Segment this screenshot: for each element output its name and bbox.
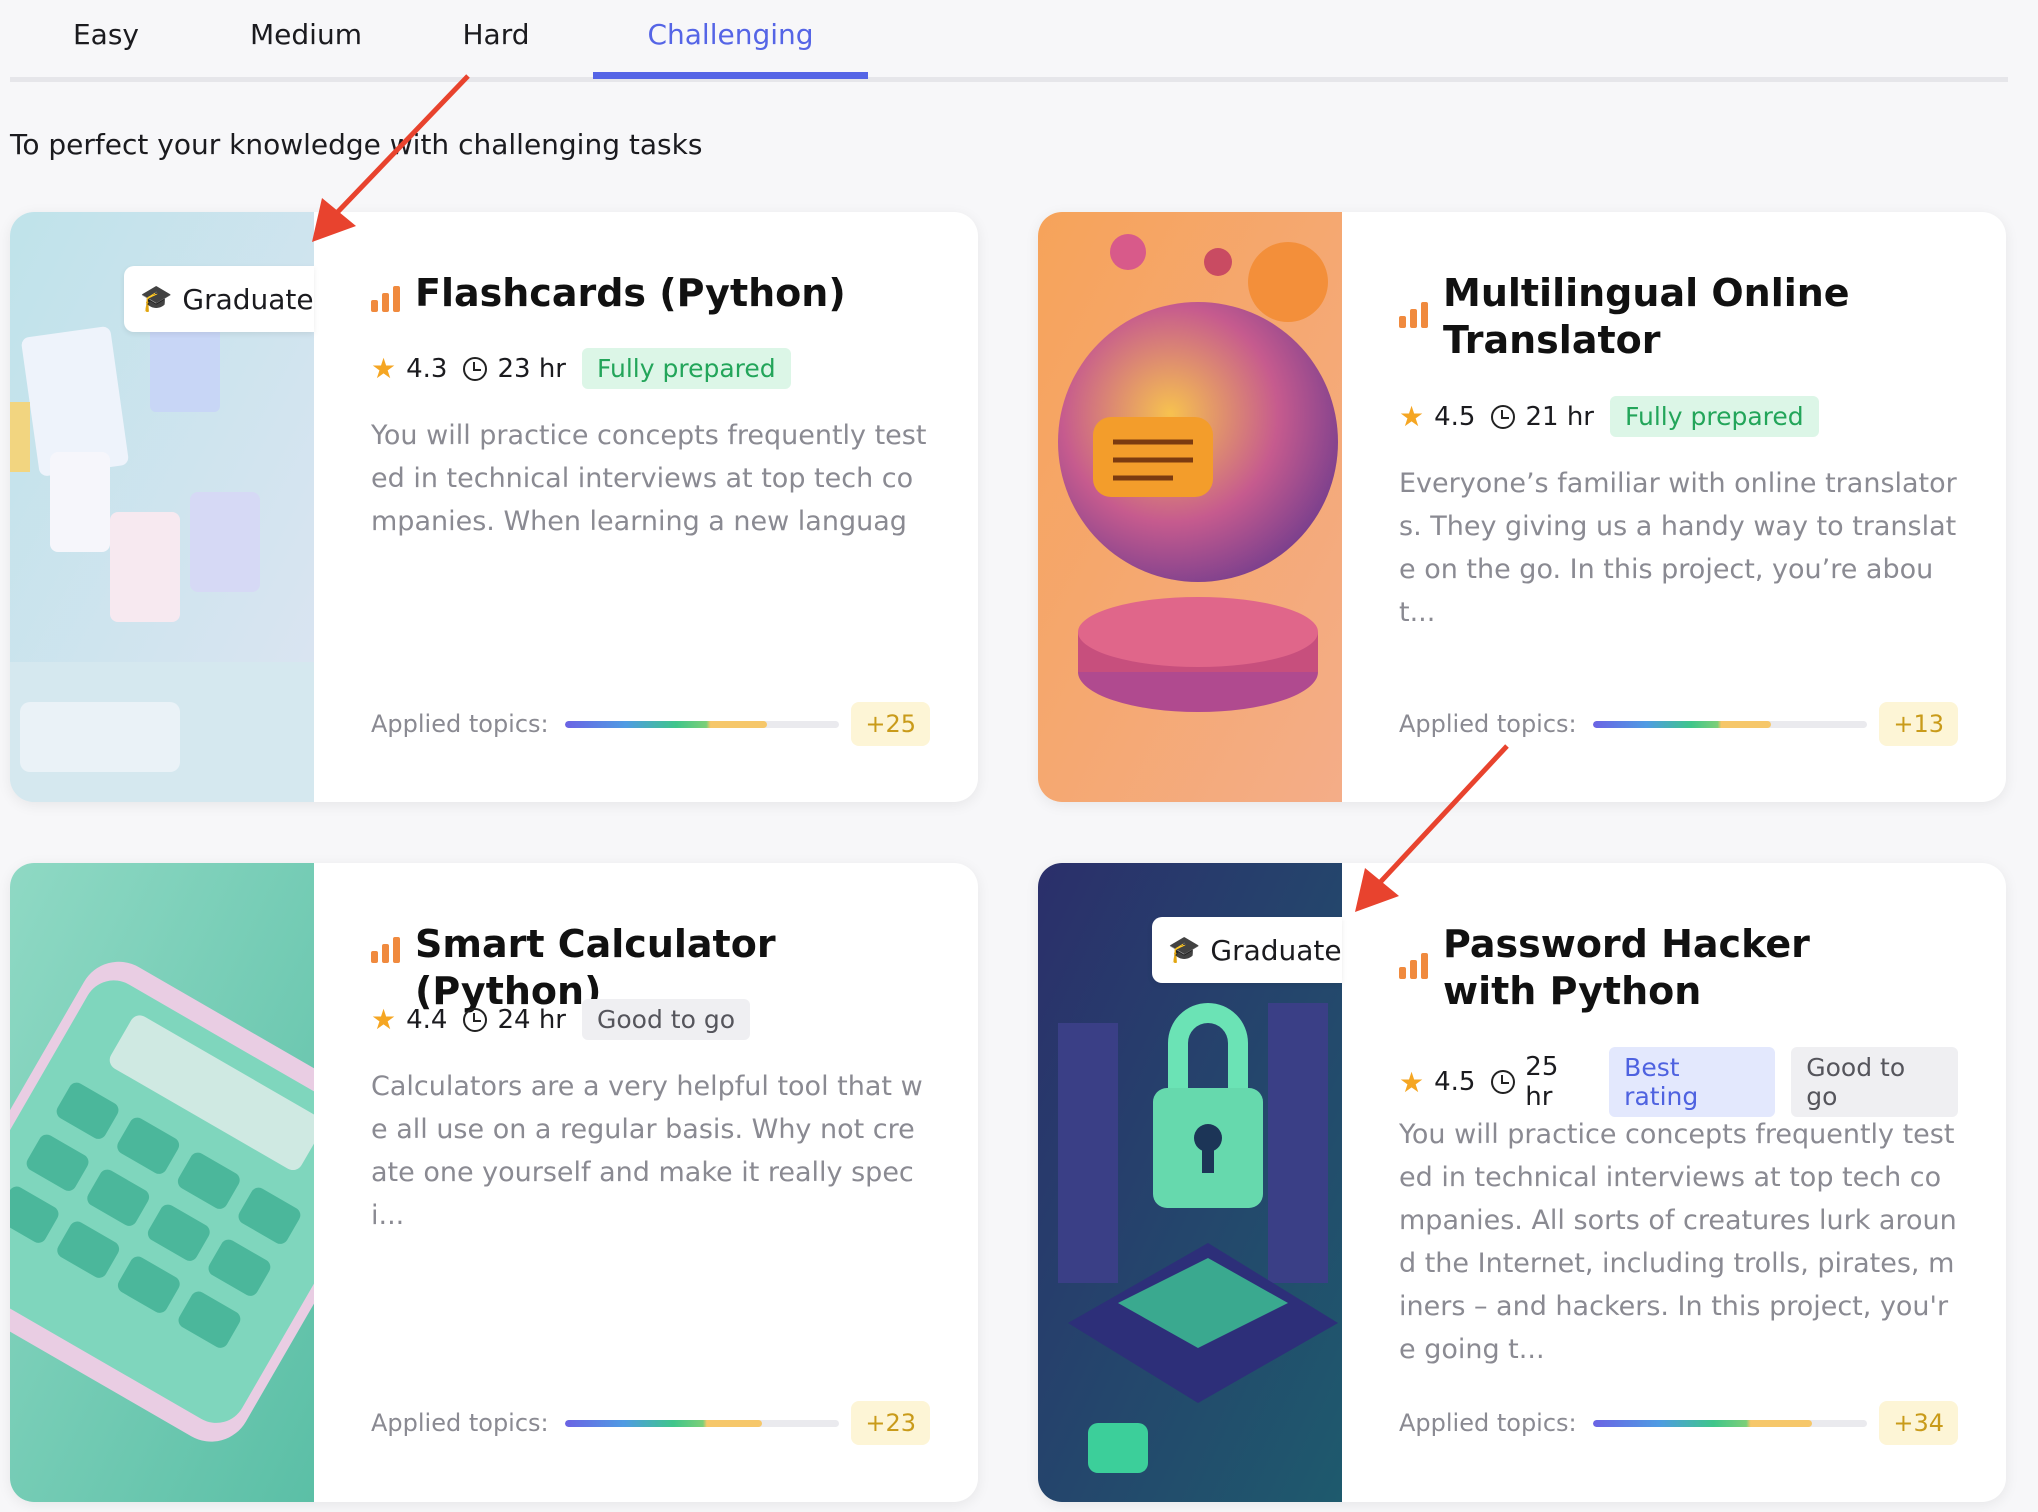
project-description: Calculators are a very helpful tool that… <box>371 1071 923 1231</box>
project-card-translator[interactable]: Multilingual Online Translator ★ 4.5 21 … <box>1038 212 2006 802</box>
rating-value: 4.5 <box>1434 401 1476 432</box>
graduation-cap-icon: 🎓 <box>140 284 173 314</box>
applied-topics-bar <box>1592 720 1867 728</box>
star-icon: ★ <box>371 352 397 385</box>
project-description: Everyone’s familiar with online translat… <box>1399 468 1957 628</box>
duration-value: 23 hr <box>497 353 566 384</box>
star-icon: ★ <box>1399 400 1425 433</box>
tab-challenging[interactable]: Challenging <box>593 18 868 78</box>
applied-topics-bar <box>564 1419 839 1427</box>
difficulty-bars-icon <box>371 935 401 963</box>
rating-value: 4.4 <box>406 1004 448 1035</box>
applied-topics-more[interactable]: +23 <box>851 1401 930 1445</box>
status-chip: Good to go <box>582 999 750 1040</box>
applied-topics-bar <box>1592 1419 1867 1427</box>
status-chip: Fully prepared <box>582 348 791 389</box>
rating-value: 4.3 <box>406 353 448 384</box>
difficulty-bars-icon <box>1399 951 1429 979</box>
applied-topics-more[interactable]: +13 <box>1879 702 1958 746</box>
applied-topics-label: Applied topics: <box>1399 710 1577 738</box>
project-card-password-hacker[interactable]: 🎓 Graduate Password Hacker with Python ★… <box>1038 863 2006 1502</box>
rating-value: 4.5 <box>1434 1067 1476 1097</box>
active-tab-indicator <box>593 72 868 79</box>
star-icon: ★ <box>1399 1065 1425 1099</box>
clock-icon <box>463 1007 488 1032</box>
graduate-badge: 🎓 Graduate <box>1152 917 1342 983</box>
applied-topics-label: Applied topics: <box>371 1409 549 1437</box>
applied-topics-more[interactable]: +25 <box>851 702 930 746</box>
tab-hard[interactable]: Hard <box>456 18 536 78</box>
project-illustration <box>1038 212 1342 802</box>
project-card-flashcards[interactable]: 🎓 Graduate Flashcards (Python) ★ 4.3 23 … <box>10 212 978 802</box>
star-icon: ★ <box>371 1003 397 1036</box>
difficulty-bars-icon <box>371 284 401 312</box>
duration-value: 25 hr <box>1525 1052 1559 1112</box>
project-title[interactable]: Password Hacker with Python <box>1443 921 1893 1015</box>
clock-icon <box>1491 1070 1516 1094</box>
duration-value: 21 hr <box>1525 401 1594 432</box>
graduation-cap-icon: 🎓 <box>1168 935 1201 965</box>
project-description: You will practice concepts frequently te… <box>371 420 927 537</box>
tab-easy[interactable]: Easy <box>66 18 146 78</box>
applied-topics-more[interactable]: +34 <box>1879 1401 1958 1445</box>
annotation-arrow <box>1355 744 1509 912</box>
graduate-badge: 🎓 Graduate <box>124 266 314 332</box>
status-chip: Fully prepared <box>1610 396 1819 437</box>
applied-topics-bar <box>564 720 839 728</box>
project-title[interactable]: Flashcards (Python) <box>415 270 846 317</box>
clock-icon <box>463 356 488 381</box>
applied-topics-label: Applied topics: <box>1399 1409 1577 1437</box>
best-rating-chip: Best rating <box>1609 1047 1776 1117</box>
annotation-arrow <box>312 74 470 242</box>
duration-value: 24 hr <box>497 1004 566 1035</box>
project-card-calculator[interactable]: Smart Calculator (Python) ★ 4.4 24 hr Go… <box>10 863 978 1502</box>
applied-topics-label: Applied topics: <box>371 710 549 738</box>
status-chip: Good to go <box>1791 1047 1958 1117</box>
clock-icon <box>1491 404 1516 429</box>
tab-medium[interactable]: Medium <box>236 18 376 78</box>
project-title[interactable]: Multilingual Online Translator <box>1443 270 1893 364</box>
project-illustration <box>10 863 314 1502</box>
difficulty-bars-icon <box>1399 300 1429 328</box>
project-description: You will practice concepts frequently te… <box>1399 1119 1957 1365</box>
